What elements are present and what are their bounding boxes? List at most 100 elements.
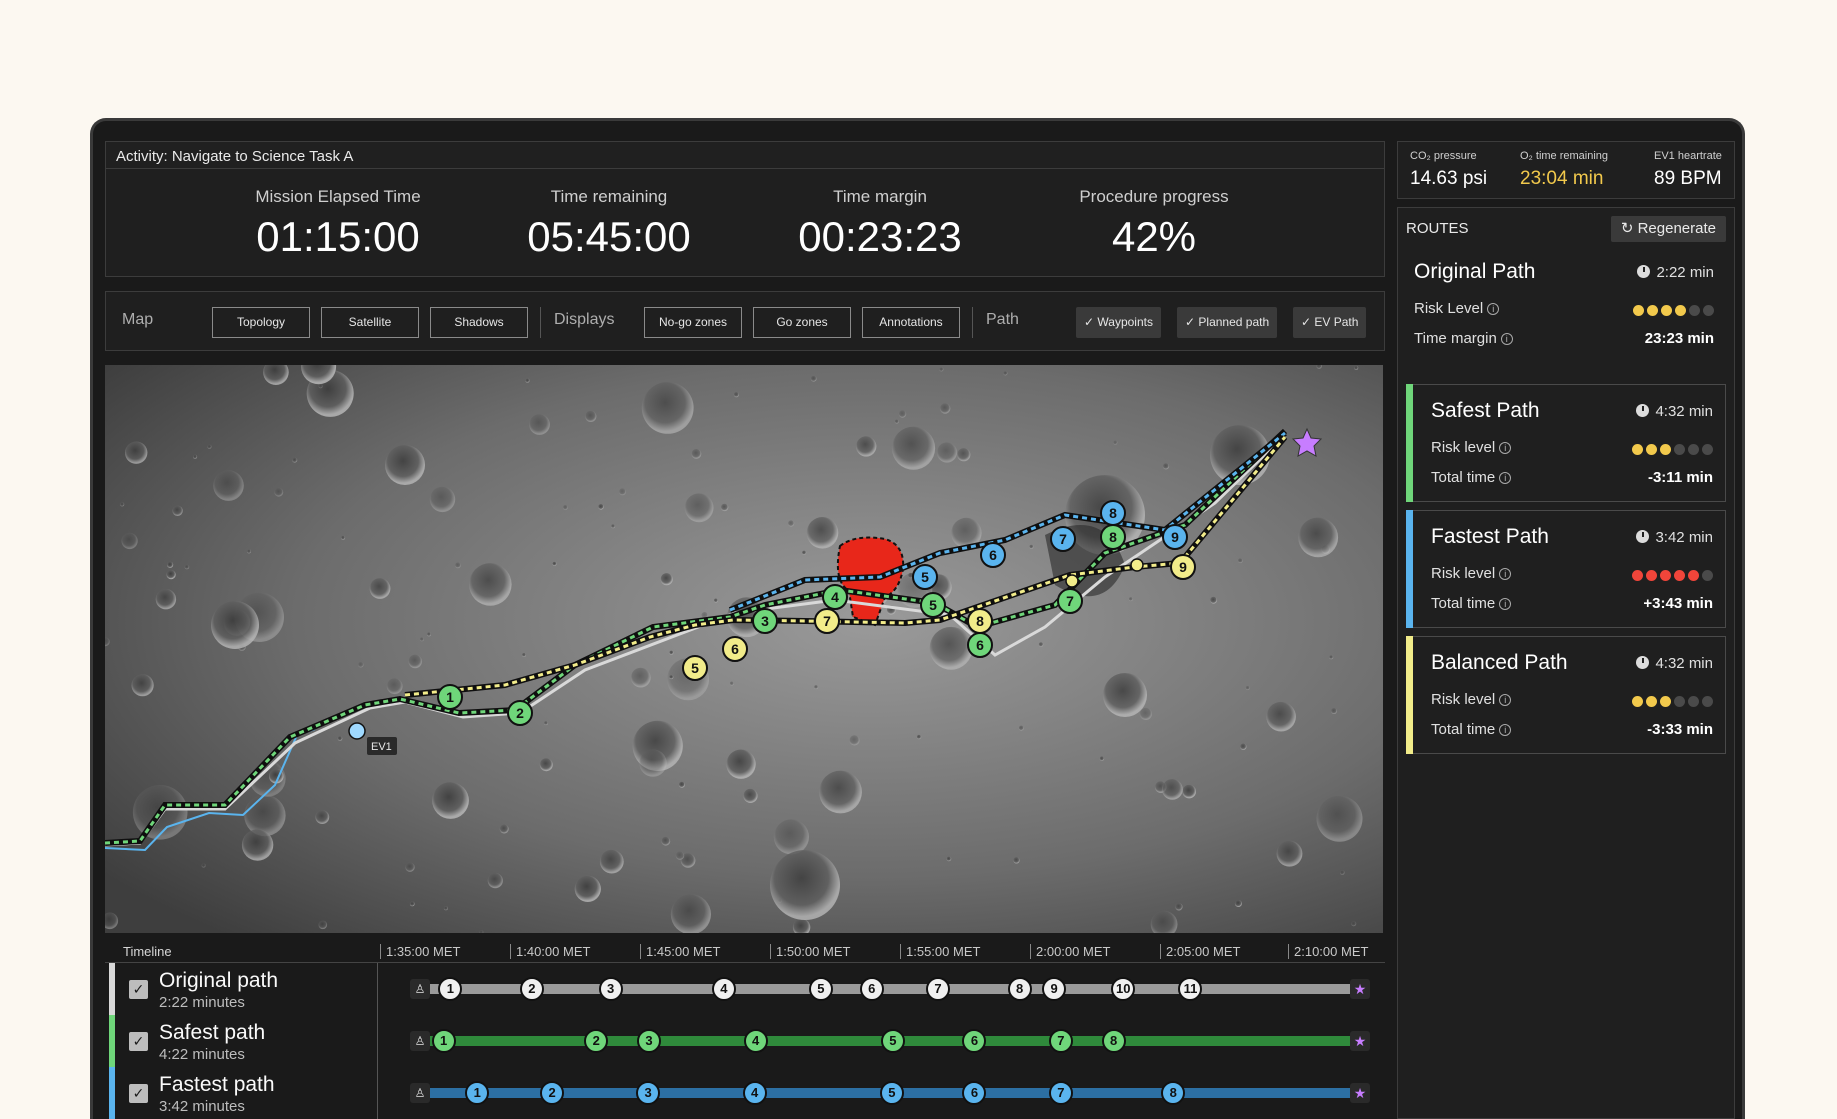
crater	[427, 632, 431, 637]
fast-waypoint[interactable]: 6	[980, 542, 1006, 568]
topology-button[interactable]: Topology	[212, 307, 310, 338]
info-icon[interactable]: i	[1499, 694, 1512, 706]
timeline-waypoint[interactable]: 8	[1007, 977, 1032, 1001]
route-card[interactable]: Balanced Path 4:32 min Risk level i Total ti…	[1406, 636, 1726, 754]
safe-waypoint[interactable]: 1	[437, 684, 463, 710]
no-go-zones-button[interactable]: No-go zones	[644, 307, 742, 338]
mission-metrics: Mission Elapsed Time 01:15:00 Time remai…	[105, 169, 1385, 277]
timeline-waypoint[interactable]: 11	[1178, 977, 1203, 1001]
lunar-map[interactable]: 1 2 3 4 5 6 7 8 5 6 7 8 9 5 6 7 8 9 EV1	[105, 365, 1383, 933]
crater	[1331, 708, 1337, 714]
timeline-waypoint[interactable]: 6	[859, 977, 884, 1001]
balanced-waypoint[interactable]: 9	[1170, 554, 1196, 580]
risk-dot-filled	[1647, 305, 1658, 316]
crater	[405, 862, 415, 872]
info-icon[interactable]: i	[1499, 568, 1512, 580]
info-icon[interactable]: i	[1500, 333, 1513, 345]
risk-dot-empty	[1674, 444, 1685, 455]
satellite-button[interactable]: Satellite	[321, 307, 419, 338]
fast-waypoint[interactable]: 5	[912, 564, 938, 590]
metric-value: 01:15:00	[256, 213, 420, 260]
timeline-waypoint[interactable]: 8	[1161, 1081, 1186, 1105]
info-icon[interactable]: i	[1499, 724, 1512, 736]
safe-waypoint[interactable]: 2	[507, 700, 533, 726]
safe-waypoint[interactable]: 8	[1100, 524, 1126, 550]
waypoints-toggle[interactable]: ✓ Waypoints	[1076, 307, 1161, 338]
path-checkbox[interactable]: ✓	[129, 1084, 148, 1103]
timeline-waypoint[interactable]: 7	[926, 977, 950, 1001]
balanced-waypoint[interactable]: 8	[967, 608, 993, 634]
crater	[499, 824, 509, 834]
info-icon[interactable]: i	[1487, 303, 1500, 315]
timeline-waypoint[interactable]: 3	[636, 1081, 661, 1105]
crater	[1266, 701, 1296, 732]
crater	[1162, 779, 1183, 800]
crater	[1351, 921, 1357, 927]
map-toolbar: Map Topology Satellite Shadows Displays …	[105, 291, 1385, 351]
crater	[244, 794, 286, 837]
timeline-waypoint[interactable]: 1	[438, 977, 463, 1001]
fast-waypoint[interactable]: 9	[1162, 524, 1188, 550]
planned-path-toggle[interactable]: ✓ Planned path	[1177, 307, 1278, 338]
timeline-waypoint[interactable]: 5	[808, 977, 833, 1001]
risk-level-label: Risk level i	[1431, 439, 1512, 456]
fast-waypoint[interactable]: 7	[1050, 526, 1076, 552]
ev1-position-marker[interactable]	[348, 722, 366, 740]
timeline-waypoint[interactable]: 2	[584, 1029, 609, 1053]
timeline-waypoint[interactable]: 10	[1111, 977, 1136, 1001]
timeline-waypoint[interactable]: 8	[1101, 1029, 1126, 1053]
path-color-stripe	[109, 1015, 115, 1067]
timeline-waypoint[interactable]: 2	[519, 977, 544, 1001]
risk-dot-empty	[1688, 696, 1699, 707]
balanced-waypoint[interactable]: 7	[814, 608, 840, 634]
info-icon[interactable]: i	[1499, 472, 1512, 484]
timeline-waypoint[interactable]: 1	[431, 1029, 456, 1053]
info-icon[interactable]: i	[1499, 442, 1512, 454]
timeline-waypoint[interactable]: 1	[465, 1081, 490, 1105]
timeline-waypoint[interactable]: 3	[598, 977, 623, 1001]
route-card[interactable]: Safest Path 4:32 min Risk level i Total time…	[1406, 384, 1726, 502]
timeline-waypoint[interactable]: 9	[1042, 977, 1067, 1001]
safe-waypoint[interactable]: 5	[920, 592, 946, 618]
route-card[interactable]: Fastest Path 3:42 min Risk level i Total tim…	[1406, 510, 1726, 628]
safe-waypoint[interactable]: 6	[967, 632, 993, 658]
timeline-waypoint[interactable]: 7	[1048, 1029, 1073, 1053]
check-icon: ✓	[1185, 315, 1196, 329]
timeline-waypoint[interactable]: 3	[637, 1029, 662, 1053]
annotations-button[interactable]: Annotations	[862, 307, 960, 338]
metric-label: Time remaining	[550, 187, 668, 206]
timeline-waypoint[interactable]: 6	[962, 1029, 987, 1053]
timeline-waypoint[interactable]: 4	[743, 1029, 768, 1053]
crater	[940, 403, 951, 414]
timeline-waypoint[interactable]: 4	[742, 1081, 767, 1105]
safe-waypoint[interactable]: 4	[822, 584, 848, 610]
risk-level-dots	[1630, 303, 1714, 321]
shadows-button[interactable]: Shadows	[430, 307, 528, 338]
route-card[interactable]: Original Path 2:22 min Risk Level i Time mar…	[1406, 252, 1726, 352]
risk-dot-filled	[1632, 696, 1643, 707]
ev-path-toggle[interactable]: ✓ EV Path	[1293, 307, 1367, 338]
risk-dot-empty	[1674, 696, 1685, 707]
balanced-waypoint[interactable]: 6	[722, 636, 748, 662]
timeline-waypoint[interactable]: 4	[711, 977, 736, 1001]
regenerate-button[interactable]: ↻ Regenerate	[1610, 216, 1726, 242]
timeline-waypoint[interactable]: 2	[540, 1081, 565, 1105]
timeline-waypoint[interactable]: 5	[880, 1029, 905, 1053]
timeline-waypoint[interactable]: 5	[879, 1081, 904, 1105]
timeline-waypoint[interactable]: 7	[1048, 1081, 1073, 1105]
path-checkbox[interactable]: ✓	[129, 1032, 148, 1051]
fast-waypoint[interactable]: 8	[1100, 500, 1126, 526]
safe-waypoint[interactable]: 7	[1057, 588, 1083, 614]
crater	[358, 661, 364, 668]
balanced-waypoint[interactable]: 5	[682, 655, 708, 681]
map-canvas[interactable]: 1 2 3 4 5 6 7 8 5 6 7 8 9 5 6 7 8 9 EV1	[105, 365, 1383, 933]
go-zones-button[interactable]: Go zones	[753, 307, 851, 338]
crater	[211, 601, 259, 649]
timeline-waypoint[interactable]: 6	[962, 1081, 987, 1105]
info-icon[interactable]: i	[1499, 598, 1512, 610]
crater	[429, 486, 456, 513]
safe-waypoint[interactable]: 3	[752, 608, 778, 634]
path-checkbox[interactable]: ✓	[129, 980, 148, 999]
crater	[552, 561, 557, 566]
crater	[1340, 870, 1345, 875]
